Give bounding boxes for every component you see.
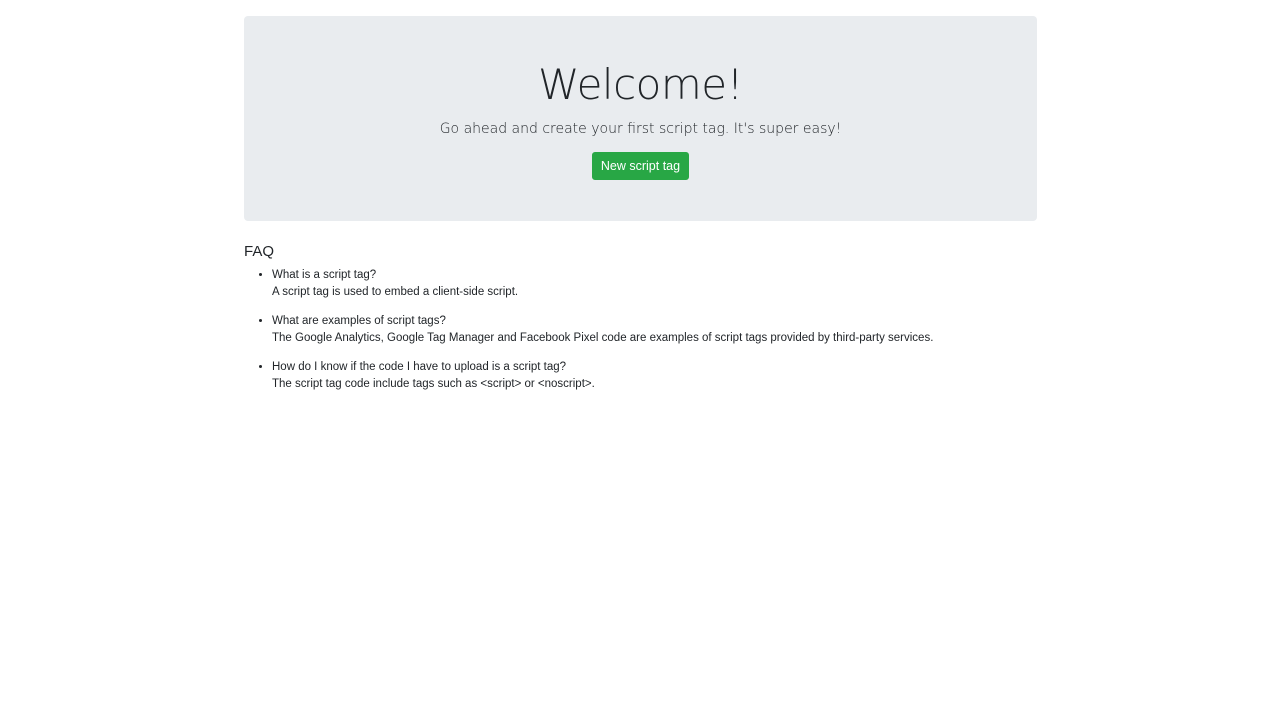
faq-list: What is a script tag? A script tag is us… (244, 267, 1037, 393)
faq-answer: The script tag code include tags such as… (272, 378, 595, 390)
welcome-banner: Welcome! Go ahead and create your first … (244, 16, 1037, 221)
welcome-title: Welcome! (538, 60, 743, 109)
new-script-tag-button[interactable]: New script tag (591, 152, 690, 180)
faq-answer: A script tag is used to embed a client-s… (272, 286, 519, 298)
faq-item: What is a script tag? A script tag is us… (272, 267, 1037, 301)
faq-question: What are examples of script tags? (272, 315, 446, 327)
main-container: Welcome! Go ahead and create your first … (244, 16, 1037, 405)
welcome-subtitle: Go ahead and create your first script ta… (439, 121, 842, 137)
faq-heading: FAQ (244, 243, 275, 260)
faq-answer: The Google Analytics, Google Tag Manager… (272, 332, 934, 344)
faq-question: What is a script tag? (272, 269, 377, 281)
faq-item: How do I know if the code I have to uplo… (272, 359, 1037, 393)
faq-question: How do I know if the code I have to uplo… (272, 361, 567, 373)
faq-section: FAQ What is a script tag? A script tag i… (244, 243, 1037, 393)
faq-item: What are examples of script tags? The Go… (272, 313, 1037, 347)
